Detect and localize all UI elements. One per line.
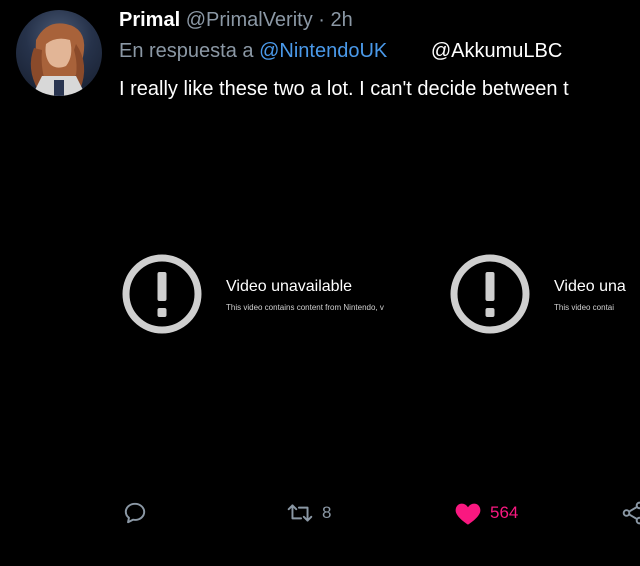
heart-icon: [455, 503, 481, 525]
author-name[interactable]: Primal: [119, 9, 180, 31]
video-embed-1[interactable]: Video unavailable This video contains co…: [118, 244, 448, 354]
reply-context: En respuesta a @NintendoUK @AkkumuLBC: [119, 38, 562, 64]
tweet-header: Primal @PrimalVerity · 2h: [119, 6, 353, 34]
video-unavailable-subtitle: This video contai: [554, 303, 615, 312]
tweet-actions: 8 564: [0, 495, 640, 535]
video-embed-2[interactable]: Video una This video contai: [446, 244, 640, 354]
like-button[interactable]: 564: [454, 495, 518, 531]
retweet-count: 8: [322, 503, 332, 522]
author-handle[interactable]: @PrimalVerity: [186, 9, 313, 31]
reply-button[interactable]: [122, 495, 148, 531]
alert-icon: [122, 254, 202, 334]
reply-icon: [124, 502, 146, 524]
alert-icon: [450, 254, 530, 334]
video-unavailable-title: Video una: [554, 278, 626, 295]
video-unavailable-title: Video unavailable: [226, 278, 353, 295]
mention-link-nintendouk[interactable]: @NintendoUK: [259, 40, 387, 62]
retweet-icon: [287, 504, 313, 522]
share-button[interactable]: [620, 495, 640, 531]
share-icon: [622, 501, 640, 525]
avatar[interactable]: [16, 10, 102, 96]
tweet-text: I really like these two a lot. I can't d…: [119, 78, 569, 100]
like-count: 564: [490, 503, 519, 522]
mention-link-akkumulbc[interactable]: @AkkumuLBC: [431, 40, 562, 62]
retweet-button[interactable]: 8: [286, 495, 331, 531]
avatar-illustration: [30, 23, 86, 96]
header-separator: ·: [318, 9, 325, 31]
video-unavailable-subtitle: This video contains content from Nintend…: [226, 303, 384, 312]
reply-prefix: En respuesta a: [119, 40, 254, 62]
tweet-timestamp[interactable]: 2h: [331, 9, 353, 31]
